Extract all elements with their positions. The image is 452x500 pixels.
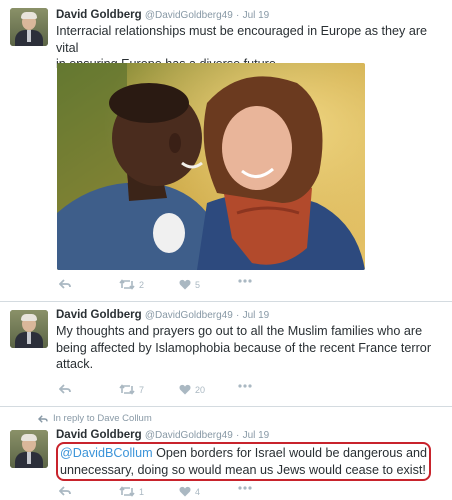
tweet-date[interactable]: Jul 19 xyxy=(243,310,270,321)
in-reply-to[interactable]: In reply to Dave Collum xyxy=(38,413,152,424)
tweet-actions: 7 20 xyxy=(56,384,316,398)
more-icon xyxy=(238,486,252,490)
author-handle[interactable]: @DavidGoldberg49 xyxy=(145,10,233,21)
more-icon xyxy=(238,384,252,388)
tweet-header: David Goldberg @DavidGoldberg49 · Jul 19 xyxy=(56,309,269,321)
retweet-button[interactable]: 2 xyxy=(119,279,144,290)
retweet-count: 7 xyxy=(139,384,145,395)
more-button[interactable] xyxy=(238,486,252,490)
separator: · xyxy=(236,430,240,441)
retweet-icon xyxy=(119,486,135,497)
tweet-text-line: attack. xyxy=(56,357,94,371)
retweet-icon xyxy=(119,279,135,290)
tweet-text-line: being affected by Islamophobia because o… xyxy=(56,340,432,355)
more-button[interactable] xyxy=(238,279,252,283)
avatar[interactable] xyxy=(10,430,48,468)
like-button[interactable]: 5 xyxy=(179,279,200,290)
tweet-actions: 1 4 xyxy=(56,486,316,500)
tweet-photo[interactable] xyxy=(57,63,365,270)
reply-button[interactable] xyxy=(59,279,71,289)
like-icon xyxy=(179,486,191,497)
like-count: 4 xyxy=(195,486,201,497)
like-count: 20 xyxy=(195,384,206,395)
reply-icon xyxy=(59,384,71,394)
retweet-icon xyxy=(119,384,135,395)
retweet-count: 1 xyxy=(139,486,145,497)
author-name[interactable]: David Goldberg xyxy=(56,429,142,441)
tweet-1[interactable]: David Goldberg @DavidGoldberg49 · Jul 19… xyxy=(0,0,452,300)
author-name[interactable]: David Goldberg xyxy=(56,309,142,321)
avatar[interactable] xyxy=(10,8,48,46)
tweet-date[interactable]: Jul 19 xyxy=(243,10,270,21)
tweet-header: David Goldberg @DavidGoldberg49 · Jul 19 xyxy=(56,429,269,441)
separator: · xyxy=(236,310,240,321)
like-icon xyxy=(179,279,191,290)
tweet-text-line: Interracial relationships must be encour… xyxy=(56,24,428,55)
in-reply-label: In reply to Dave Collum xyxy=(53,413,152,424)
tweet-text-line: My thoughts and prayers go out to all th… xyxy=(56,324,423,338)
author-handle[interactable]: @DavidGoldberg49 xyxy=(145,310,233,321)
reply-icon xyxy=(59,486,71,496)
tweet-2[interactable]: David Goldberg @DavidGoldberg49 · Jul 19… xyxy=(0,302,452,402)
like-count: 5 xyxy=(195,279,201,290)
like-icon xyxy=(179,384,191,395)
author-name[interactable]: David Goldberg xyxy=(56,9,142,21)
red-highlight-annotation xyxy=(56,442,431,481)
tweet-date[interactable]: Jul 19 xyxy=(243,430,270,441)
in-reply-arrow-icon xyxy=(38,414,48,423)
separator: · xyxy=(236,10,240,21)
avatar[interactable] xyxy=(10,310,48,348)
tweet-text: My thoughts and prayers go out to all th… xyxy=(56,323,436,373)
tweet-actions: 2 5 xyxy=(56,279,316,293)
reply-button[interactable] xyxy=(59,486,71,496)
retweet-button[interactable]: 7 xyxy=(119,384,144,395)
reply-icon xyxy=(59,279,71,289)
more-button[interactable] xyxy=(238,384,252,388)
like-button[interactable]: 20 xyxy=(179,384,205,395)
retweet-count: 2 xyxy=(139,279,145,290)
retweet-button[interactable]: 1 xyxy=(119,486,144,497)
tweet-header: David Goldberg @DavidGoldberg49 · Jul 19 xyxy=(56,9,269,21)
author-handle[interactable]: @DavidGoldberg49 xyxy=(145,430,233,441)
more-icon xyxy=(238,279,252,283)
divider xyxy=(0,406,452,407)
reply-button[interactable] xyxy=(59,384,71,394)
like-button[interactable]: 4 xyxy=(179,486,200,497)
couple-photo-image xyxy=(57,63,365,270)
